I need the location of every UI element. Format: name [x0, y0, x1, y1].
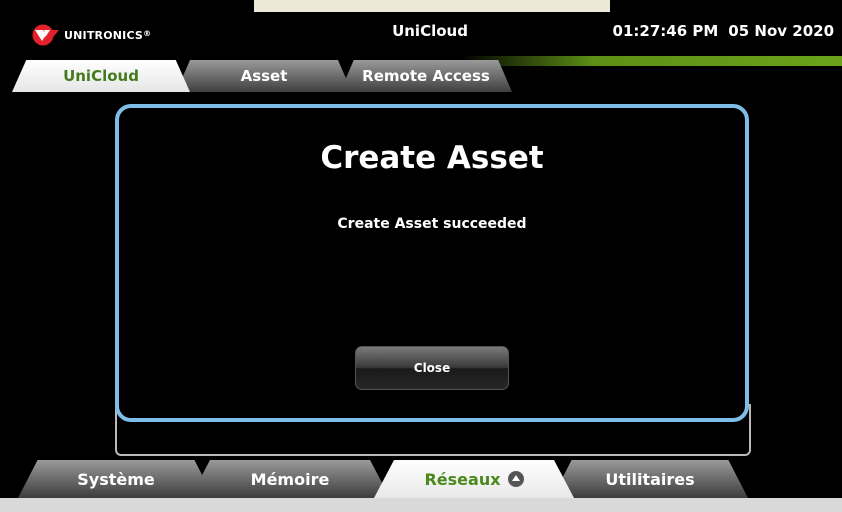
tab-memoire[interactable]: Mémoire [190, 460, 390, 498]
hmi-screen: UNITRONICS® UniCloud 01:27:46 PM 05 Nov 2… [0, 0, 842, 512]
tab-label: Utilitaires [605, 469, 695, 489]
tab-unicloud[interactable]: UniCloud [12, 60, 190, 92]
logo-registered-mark: ® [143, 28, 152, 38]
bottom-bar [0, 498, 842, 512]
dialog-message: Create Asset succeeded [337, 216, 527, 232]
header-bar: UNITRONICS® UniCloud 01:27:46 PM 05 Nov 2… [0, 0, 842, 58]
tab-label: Remote Access [362, 67, 490, 85]
dialog-title: Create Asset [320, 140, 544, 176]
clock-date: 05 Nov 2020 [728, 22, 834, 40]
tab-asset[interactable]: Asset [176, 60, 352, 92]
tab-label: UniCloud [63, 67, 139, 85]
logo-text: UNITRONICS® [64, 28, 152, 42]
unitronics-logo-icon [32, 24, 59, 46]
clock-time: 01:27:46 PM [612, 22, 719, 40]
tab-remote-access[interactable]: Remote Access [340, 60, 512, 92]
clock: 01:27:46 PM 05 Nov 2020 [613, 22, 834, 40]
tab-label: Système [77, 469, 155, 489]
tab-utilitaires[interactable]: Utilitaires [552, 460, 748, 498]
close-button[interactable]: Close [355, 346, 509, 390]
app-title: UniCloud [392, 22, 468, 40]
top-tab-bar: Remote Access Asset UniCloud [0, 56, 842, 94]
tab-reseaux[interactable]: Réseaux [374, 460, 574, 498]
chevron-up-icon[interactable] [507, 471, 524, 487]
tab-label: Mémoire [250, 469, 330, 489]
unitronics-logo: UNITRONICS® [32, 24, 151, 46]
tab-systeme[interactable]: Système [18, 460, 214, 498]
tab-label: Asset [240, 67, 288, 85]
tab-bar-accent-line [460, 56, 842, 66]
top-highlight-strip [254, 0, 610, 12]
create-asset-dialog: Create Asset Create Asset succeeded Clos… [115, 104, 749, 422]
tab-label: Réseaux [424, 469, 501, 489]
